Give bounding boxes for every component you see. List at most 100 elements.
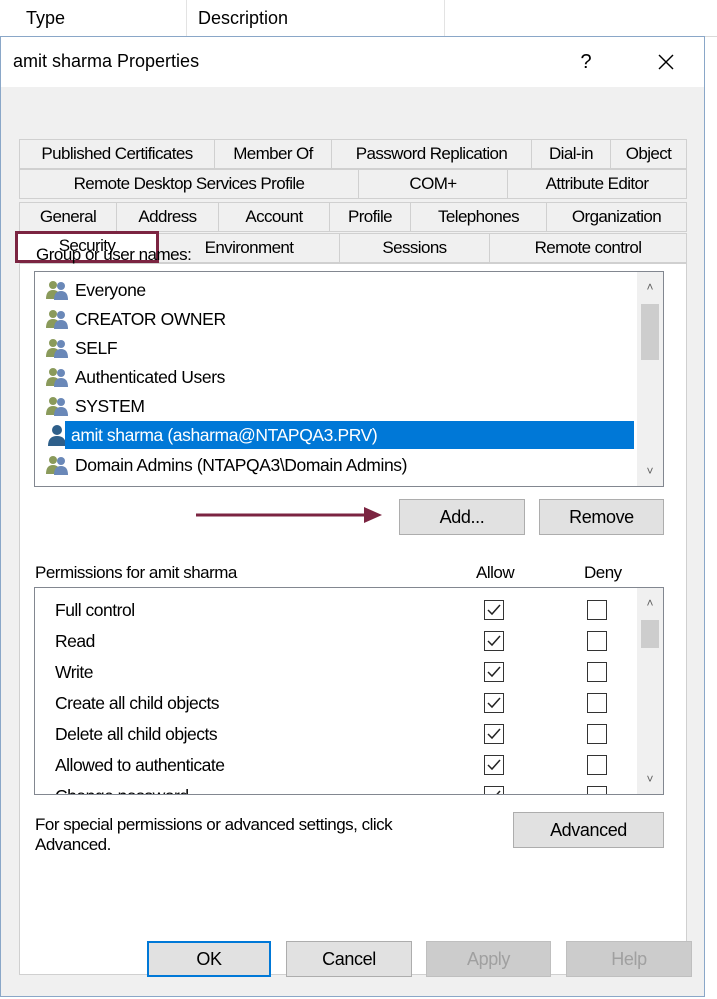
- list-item-selected[interactable]: amit sharma (asharma@NTAPQA3.PRV): [65, 421, 634, 449]
- help-button[interactable]: ?: [569, 45, 603, 79]
- close-icon: [658, 54, 674, 70]
- scroll-up-icon[interactable]: ˄: [637, 590, 663, 616]
- deny-checkbox[interactable]: [587, 693, 607, 713]
- permission-row: Read: [35, 625, 635, 656]
- permission-row: Change password: [35, 780, 635, 794]
- checkmark-icon: [487, 759, 501, 771]
- checkmark-icon: [496, 790, 501, 794]
- permission-row: Delete all child objects: [35, 718, 635, 749]
- allow-checkbox[interactable]: [484, 662, 504, 682]
- column-separator: [186, 0, 187, 36]
- tab-object[interactable]: Object: [610, 139, 687, 169]
- group-user-names-label: Group or user names:: [36, 245, 192, 264]
- scroll-thumb[interactable]: [641, 304, 659, 360]
- scroll-up-icon[interactable]: ˄: [637, 274, 663, 300]
- deny-checkbox[interactable]: [587, 662, 607, 682]
- allow-header: Allow: [476, 563, 515, 582]
- special-permissions-text-line2: Advanced.: [35, 835, 111, 854]
- permission-row: Full control: [35, 594, 635, 625]
- tab-sessions[interactable]: Sessions: [339, 233, 490, 263]
- allow-checkbox[interactable]: [484, 693, 504, 713]
- deny-header: Deny: [584, 563, 622, 582]
- user-name: CREATOR OWNER: [75, 309, 226, 329]
- tab-com-plus[interactable]: COM+: [358, 169, 508, 199]
- annotation-arrow-icon: [196, 507, 382, 523]
- tab-profile[interactable]: Profile: [329, 202, 411, 232]
- remove-button[interactable]: Remove: [539, 499, 664, 535]
- deny-checkbox[interactable]: [587, 600, 607, 620]
- permission-name: Allowed to authenticate: [55, 755, 225, 775]
- permission-name: Read: [55, 631, 95, 651]
- tab-telephones[interactable]: Telephones: [410, 202, 547, 232]
- deny-checkbox[interactable]: [587, 724, 607, 744]
- tab-attribute-editor[interactable]: Attribute Editor: [507, 169, 687, 199]
- tab-general[interactable]: General: [19, 202, 117, 232]
- permission-name: Create all child objects: [55, 693, 220, 713]
- column-header-type[interactable]: Type: [26, 8, 65, 29]
- allow-checkbox[interactable]: [484, 600, 504, 620]
- dialog-title: amit sharma Properties: [13, 51, 200, 71]
- list-item[interactable]: SELF: [41, 334, 637, 362]
- permission-name: Delete all child objects: [55, 724, 218, 744]
- allow-checkbox[interactable]: [484, 755, 504, 775]
- deny-checkbox[interactable]: [587, 755, 607, 775]
- tab-account[interactable]: Account: [218, 202, 330, 232]
- list-item[interactable]: SYSTEM: [41, 392, 637, 420]
- user-list-scrollbar[interactable]: ˄ ˅: [637, 272, 663, 486]
- advanced-button[interactable]: Advanced: [513, 812, 664, 848]
- tab-remote-desktop-services-profile[interactable]: Remote Desktop Services Profile: [19, 169, 359, 199]
- user-name: Domain Admins (NTAPQA3\Domain Admins): [75, 455, 408, 475]
- tab-published-certificates[interactable]: Published Certificates: [19, 139, 215, 169]
- add-button[interactable]: Add...: [399, 499, 525, 535]
- list-item[interactable]: Everyone: [41, 276, 637, 304]
- ok-button[interactable]: OK: [147, 941, 271, 977]
- deny-checkbox[interactable]: [587, 631, 607, 651]
- tab-member-of[interactable]: Member Of: [214, 139, 332, 169]
- background-list-header: Type Description: [0, 0, 717, 37]
- permission-row: Write: [35, 656, 635, 687]
- tab-address[interactable]: Address: [116, 202, 219, 232]
- list-item[interactable]: Authenticated Users: [41, 363, 637, 391]
- permission-row: Create all child objects: [35, 687, 635, 718]
- permissions-label: Permissions for amit sharma: [35, 563, 237, 582]
- column-separator: [444, 0, 445, 36]
- allow-checkbox[interactable]: [484, 631, 504, 651]
- group-icon: [46, 397, 68, 416]
- permission-name: Change password: [55, 786, 189, 794]
- group-icon: [46, 281, 68, 300]
- tab-password-replication[interactable]: Password Replication: [331, 139, 532, 169]
- allow-checkbox[interactable]: [484, 786, 504, 794]
- group-icon: [46, 310, 68, 329]
- tab-remote-control[interactable]: Remote control: [489, 233, 687, 263]
- tab-dial-in[interactable]: Dial-in: [531, 139, 611, 169]
- permission-name: Write: [55, 662, 94, 682]
- permission-name: Full control: [55, 600, 135, 620]
- group-icon: [46, 339, 68, 358]
- group-icon: [46, 456, 68, 475]
- deny-checkbox[interactable]: [587, 786, 607, 794]
- user-list[interactable]: Everyone CREATOR OWNER SELF Authenticate…: [34, 271, 664, 487]
- checkmark-icon: [487, 604, 501, 616]
- help-footer-button[interactable]: Help: [566, 941, 692, 977]
- user-name: SELF: [75, 338, 118, 358]
- group-icon: [46, 368, 68, 387]
- dialog-client-area: Published Certificates Member Of Passwor…: [1, 87, 704, 996]
- apply-button[interactable]: Apply: [426, 941, 551, 977]
- tab-organization[interactable]: Organization: [546, 202, 687, 232]
- allow-checkbox[interactable]: [484, 724, 504, 744]
- scroll-down-icon[interactable]: ˅: [637, 458, 663, 484]
- close-button[interactable]: [649, 45, 683, 79]
- cancel-button[interactable]: Cancel: [286, 941, 412, 977]
- column-header-description[interactable]: Description: [198, 8, 288, 29]
- permissions-list[interactable]: Full control Read Write Create all child…: [34, 587, 664, 795]
- checkmark-icon: [487, 697, 501, 709]
- list-item[interactable]: CREATOR OWNER: [41, 305, 637, 333]
- permissions-scrollbar[interactable]: ˄ ˅: [637, 588, 663, 794]
- scroll-thumb[interactable]: [641, 620, 659, 648]
- list-item[interactable]: Domain Admins (NTAPQA3\Domain Admins): [41, 451, 637, 479]
- special-permissions-text: For special permissions or advanced sett…: [35, 815, 393, 834]
- user-name: Authenticated Users: [75, 367, 225, 387]
- scroll-down-icon[interactable]: ˅: [637, 766, 663, 792]
- user-name: SYSTEM: [75, 396, 145, 416]
- permission-row: Allowed to authenticate: [35, 749, 635, 780]
